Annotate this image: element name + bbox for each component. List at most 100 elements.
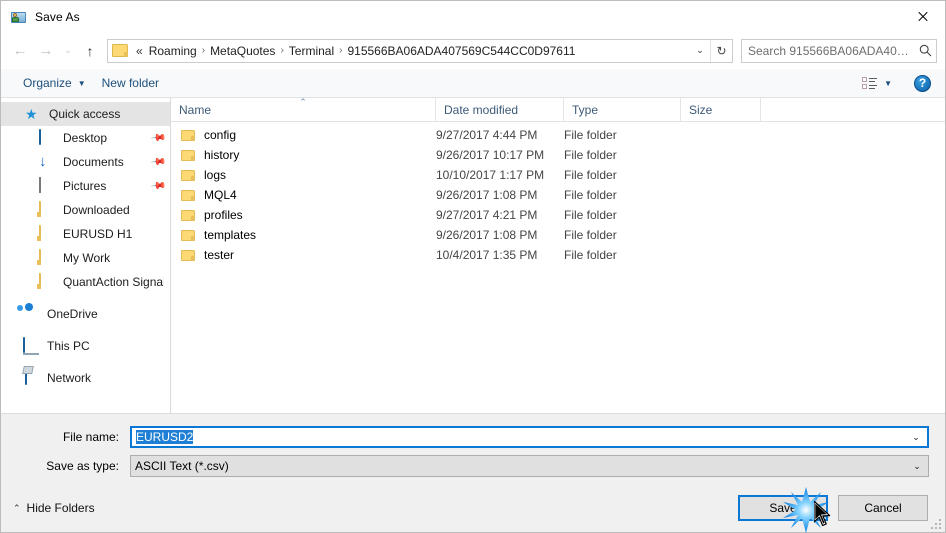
resize-grip[interactable] [929,517,941,529]
sidebar-item-this-pc[interactable]: This PC [1,334,170,358]
file-name: tester [204,248,235,262]
file-name-cell: tester [171,248,436,262]
chevron-down-icon: ▼ [884,78,892,88]
table-row[interactable]: logs 10/10/2017 1:17 PM File folder [171,165,945,185]
file-date: 9/27/2017 4:21 PM [436,208,538,222]
breadcrumb-item-terminal[interactable]: Terminal [285,43,338,59]
change-view-button[interactable]: ▼ [856,73,898,94]
save-button[interactable]: Save [738,495,828,521]
pin-icon: 📌 [149,153,167,171]
file-date: 9/26/2017 10:17 PM [436,148,545,162]
file-name-row: File name: EURUSD2 ⌄ [17,426,929,448]
breadcrumb-item-guid[interactable]: 915566BA06ADA407569C544CC0D97611 [343,43,579,59]
file-name-cell: config [171,128,436,142]
column-header-type[interactable]: Type [564,98,681,121]
search-input[interactable]: Search 915566BA06ADA40756... [742,44,914,58]
forward-button[interactable]: → [33,38,59,64]
organize-button[interactable]: Organize ▼ [15,72,94,94]
command-toolbar: Organize ▼ New folder ▼ ? [1,69,945,98]
file-name-cell: templates [171,228,436,242]
breadcrumb-item-metaquotes[interactable]: MetaQuotes [206,43,279,59]
sidebar-item-label: My Work [63,251,111,265]
file-name: config [204,128,237,142]
chevron-down-icon[interactable]: ⌄ [906,461,928,472]
up-button[interactable]: ↑ [77,38,103,64]
sidebar-item-downloaded[interactable]: Downloaded [1,198,170,222]
folder-icon [181,249,195,261]
folder-icon [181,149,195,161]
sidebar-item-label: EURUSD H1 [63,227,133,241]
table-row[interactable]: MQL4 9/26/2017 1:08 PM File folder [171,185,945,205]
file-name-value[interactable]: EURUSD2 [132,430,905,444]
sidebar-item-quick-access[interactable]: ★ Quick access [1,102,170,126]
column-header-name[interactable]: ⌃ Name [171,98,436,121]
hide-folders-button[interactable]: ⌃ Hide Folders [13,501,95,515]
search-box[interactable]: Search 915566BA06ADA40756... [741,38,937,63]
sidebar-item-documents[interactable]: ↓ Documents 📌 [1,150,170,174]
address-bar[interactable]: « Roaming › MetaQuotes › Terminal › 9155… [107,38,733,63]
table-row[interactable]: templates 9/26/2017 1:08 PM File folder [171,225,945,245]
back-button[interactable]: ← [7,38,33,64]
recent-locations-button[interactable]: ⌄ [59,38,77,64]
file-name-cell: logs [171,168,436,182]
folder-icon [39,201,55,218]
sidebar-item-label: Network [47,371,92,385]
file-date: 9/26/2017 1:08 PM [436,228,538,242]
address-dropdown-button[interactable]: ⌄ [690,40,710,62]
table-row[interactable]: profiles 9/27/2017 4:21 PM File folder [171,205,945,225]
file-name: templates [204,228,257,242]
navigation-bar: ← → ⌄ ↑ « Roaming › MetaQuotes › Termina… [1,32,945,69]
sidebar-item-label: Documents [63,155,124,169]
new-folder-label: New folder [101,76,159,90]
sort-ascending-icon: ⌃ [299,97,307,107]
chevron-down-icon[interactable]: ⌄ [905,432,927,443]
file-rows: config 9/27/2017 4:44 PM File folder his… [171,122,945,413]
file-type: File folder [564,208,617,222]
pin-icon: 📌 [149,177,167,195]
download-arrow-icon: ↓ [39,153,47,170]
table-row[interactable]: tester 10/4/2017 1:35 PM File folder [171,245,945,265]
sidebar-item-onedrive[interactable]: OneDrive [1,302,170,326]
file-name: profiles [204,208,243,222]
save-as-type-select[interactable]: ASCII Text (*.csv) ⌄ [130,455,929,477]
close-button[interactable] [899,1,945,32]
new-folder-button[interactable]: New folder [94,72,167,94]
table-row[interactable]: history 9/26/2017 10:17 PM File folder [171,145,945,165]
column-header-size[interactable]: Size [681,98,761,121]
sidebar-item-quantaction-signal[interactable]: QuantAction Signal [1,270,170,294]
file-name: history [204,148,240,162]
cancel-button[interactable]: Cancel [838,495,928,521]
breadcrumb-overflow[interactable]: « [134,44,145,58]
file-date: 10/10/2017 1:17 PM [436,168,545,182]
save-as-folder-person-icon [11,9,27,25]
column-header-date-modified[interactable]: Date modified [436,98,564,121]
folder-icon [181,129,195,141]
refresh-icon[interactable]: ↻ [710,39,732,62]
folder-icon [39,225,55,242]
breadcrumb-item-roaming[interactable]: Roaming [145,43,201,59]
sidebar-item-label: Desktop [63,131,108,145]
folder-icon [39,273,55,290]
table-row[interactable]: config 9/27/2017 4:44 PM File folder [171,125,945,145]
sidebar-item-pictures[interactable]: Pictures 📌 [1,174,170,198]
help-button[interactable]: ? [914,74,931,92]
network-icon [23,369,39,386]
file-type: File folder [564,128,617,142]
save-as-dialog: Save As ← → ⌄ ↑ « Roaming › MetaQuotes ›… [0,0,946,533]
file-name-input[interactable]: EURUSD2 ⌄ [130,426,929,448]
sidebar-item-eurusd-h1[interactable]: EURUSD H1 [1,222,170,246]
sidebar-item-label: Pictures [63,179,107,193]
sidebar-item-desktop[interactable]: Desktop 📌 [1,126,170,150]
search-icon[interactable] [914,44,936,57]
monitor-icon [39,129,55,146]
sidebar-item-label: This PC [47,339,90,353]
sidebar-item-network[interactable]: Network [1,366,170,390]
column-headers: ⌃ Name Date modified Type Size [171,98,945,122]
picture-icon [39,177,55,194]
file-type: File folder [564,248,617,262]
dialog-body: ★ Quick access Desktop 📌 ↓ Documents 📌 P… [1,98,945,413]
folder-icon [181,209,195,221]
save-form: File name: EURUSD2 ⌄ Save as type: ASCII… [1,413,945,484]
sidebar-item-my-work[interactable]: My Work [1,246,170,270]
view-layout-icon [862,76,878,90]
